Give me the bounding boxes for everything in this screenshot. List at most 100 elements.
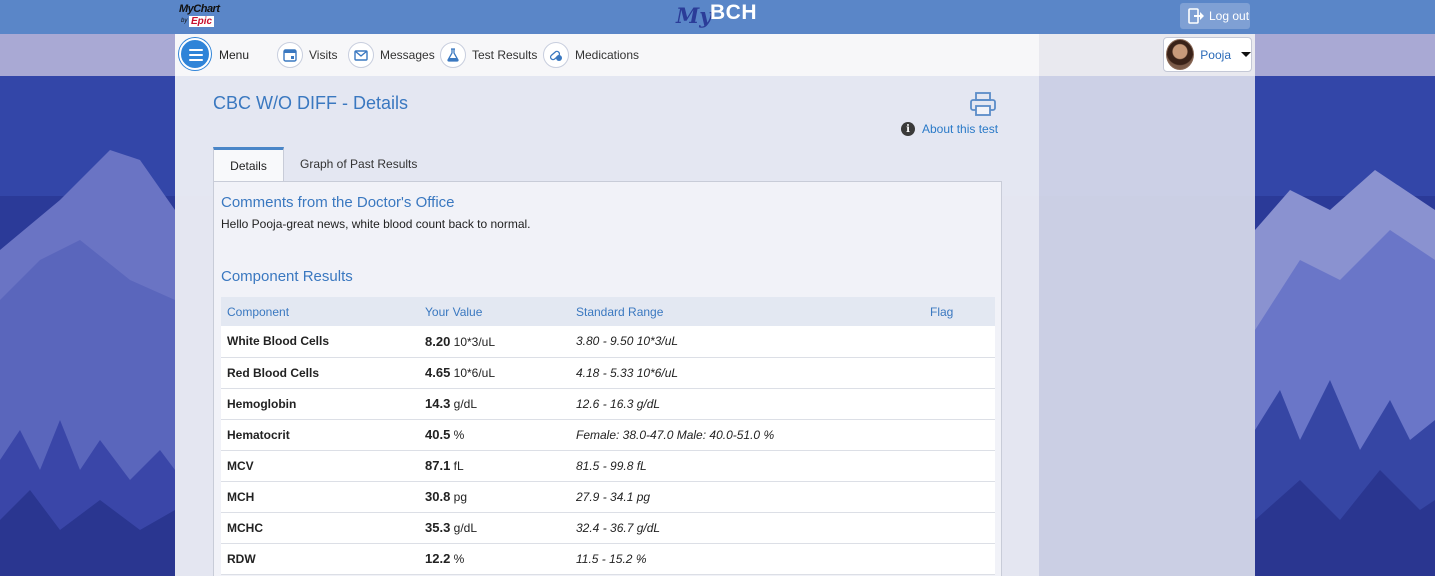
table-row: MCH 30.8 pg 27.9 - 34.1 pg <box>221 481 995 513</box>
result-number: 14.3 <box>425 396 451 411</box>
printer-icon[interactable] <box>970 92 996 116</box>
table-row: White Blood Cells 8.20 10*3/uL 3.80 - 9.50… <box>221 326 995 358</box>
result-value: 87.1 fL <box>419 450 570 482</box>
tab-graph-of-past-results[interactable]: Graph of Past Results <box>300 157 417 171</box>
mybch-logo[interactable]: My BCH <box>674 0 764 34</box>
result-number: 35.3 <box>425 520 451 535</box>
result-unit: % <box>453 428 465 442</box>
nav-medications[interactable]: Medications <box>543 40 639 70</box>
component-results-table: Component Your Value Standard Range Flag… <box>221 297 995 575</box>
component-name: White Blood Cells <box>221 326 419 358</box>
result-flag <box>930 512 995 544</box>
component-name: RDW <box>221 543 419 575</box>
component-name: MCV <box>221 450 419 482</box>
component-name: Red Blood Cells <box>221 357 419 389</box>
table-row: Hemoglobin 14.3 g/dL 12.6 - 16.3 g/dL <box>221 388 995 420</box>
result-unit: g/dL <box>453 397 478 411</box>
doctor-comment: Hello Pooja-great news, white blood coun… <box>221 217 531 231</box>
result-number: 40.5 <box>425 427 451 442</box>
standard-range: 11.5 - 15.2 % <box>570 543 930 575</box>
main-nav: Menu Visits Messages Test Results Medica… <box>175 34 1039 76</box>
result-flag <box>930 543 995 575</box>
nav-test-results[interactable]: Test Results <box>440 40 537 70</box>
component-results-heading: Component Results <box>221 268 353 285</box>
result-unit: 10*3/uL <box>453 334 496 349</box>
table-row: RDW 12.2 % 11.5 - 15.2 % <box>221 543 995 575</box>
result-flag <box>930 326 995 358</box>
result-value: 30.8 pg <box>419 481 570 513</box>
table-header-row: Component Your Value Standard Range Flag <box>221 297 995 326</box>
result-unit: g/dL <box>453 521 478 535</box>
menu-button[interactable] <box>179 38 211 70</box>
component-name: MCHC <box>221 512 419 544</box>
result-number: 4.65 <box>425 365 451 380</box>
tab-details[interactable]: Details <box>213 147 284 182</box>
user-name: Pooja <box>1200 47 1231 62</box>
chevron-down-icon <box>1241 52 1251 57</box>
standard-range: 3.80 - 9.50 10*3/uL <box>570 326 930 358</box>
column-header-your-value: Your Value <box>419 297 570 326</box>
result-value: 8.20 10*3/uL <box>419 326 570 358</box>
user-menu-button[interactable]: Pooja <box>1163 37 1252 72</box>
table-row: Hematocrit 40.5 % Female: 38.0-47.0 Male: … <box>221 419 995 451</box>
about-this-test-link[interactable]: i About this test <box>901 122 998 136</box>
nav-test-results-label: Test Results <box>472 48 538 62</box>
brand-bch-text: BCH <box>710 1 757 24</box>
result-number: 30.8 <box>425 489 451 504</box>
comments-heading: Comments from the Doctor's Office <box>221 194 455 211</box>
logout-icon <box>1188 8 1204 24</box>
nav-visits-label: Visits <box>309 48 338 62</box>
menu-label[interactable]: Menu <box>219 48 249 62</box>
result-flag <box>930 419 995 451</box>
epic-logo: Epic <box>189 16 215 27</box>
nav-messages[interactable]: Messages <box>348 40 435 70</box>
nav-medications-label: Medications <box>575 48 640 62</box>
mychart-by-text: by <box>181 18 188 24</box>
mychart-logo-text: MyChart <box>179 3 220 15</box>
component-name: Hematocrit <box>221 419 419 451</box>
top-header: MyChart by Epic My BCH Log out <box>0 0 1435 34</box>
result-unit: fL <box>453 459 464 473</box>
result-value: 35.3 g/dL <box>419 512 570 544</box>
envelope-icon <box>348 42 374 68</box>
page-title: CBC W/O DIFF - Details <box>213 93 409 113</box>
table-row: MCHC 35.3 g/dL 32.4 - 36.7 g/dL <box>221 512 995 544</box>
info-icon: i <box>901 122 915 136</box>
pills-icon <box>543 42 569 68</box>
result-flag <box>930 450 995 482</box>
result-value: 12.2 % <box>419 543 570 575</box>
result-flag <box>930 388 995 420</box>
result-unit: % <box>453 552 465 566</box>
result-number: 8.20 <box>425 333 451 349</box>
column-header-standard-range: Standard Range <box>570 297 930 326</box>
details-panel: Comments from the Doctor's Office Hello … <box>213 181 1002 576</box>
result-value: 14.3 g/dL <box>419 388 570 420</box>
standard-range: 27.9 - 34.1 pg <box>570 481 930 513</box>
table-row: MCV 87.1 fL 81.5 - 99.8 fL <box>221 450 995 482</box>
calendar-icon <box>277 42 303 68</box>
column-header-flag: Flag <box>930 297 995 326</box>
logout-button[interactable]: Log out <box>1180 3 1250 29</box>
standard-range: 32.4 - 36.7 g/dL <box>570 512 930 544</box>
result-number: 87.1 <box>425 458 451 473</box>
result-number: 12.2 <box>425 551 451 566</box>
result-flag <box>930 357 995 389</box>
standard-range: 12.6 - 16.3 g/dL <box>570 388 930 420</box>
standard-range: 81.5 - 99.8 fL <box>570 450 930 482</box>
component-name: Hemoglobin <box>221 388 419 420</box>
main-content: CBC W/O DIFF - Details i About this test… <box>175 76 1039 576</box>
standard-range: 4.18 - 5.33 10*6/uL <box>570 357 930 389</box>
brand-my-text: My <box>676 3 712 28</box>
logout-label: Log out <box>1209 9 1250 23</box>
flask-icon <box>440 42 466 68</box>
nav-messages-label: Messages <box>380 48 435 62</box>
result-value: 40.5 % <box>419 419 570 451</box>
standard-range: Female: 38.0-47.0 Male: 40.0-51.0 % <box>570 419 930 451</box>
column-header-component: Component <box>221 297 419 326</box>
result-unit: pg <box>453 490 468 504</box>
about-this-test-label: About this test <box>922 122 999 136</box>
right-side-panel <box>1039 76 1255 576</box>
nav-visits[interactable]: Visits <box>277 40 337 70</box>
result-flag <box>930 481 995 513</box>
mychart-logo[interactable]: MyChart by Epic <box>179 4 229 30</box>
